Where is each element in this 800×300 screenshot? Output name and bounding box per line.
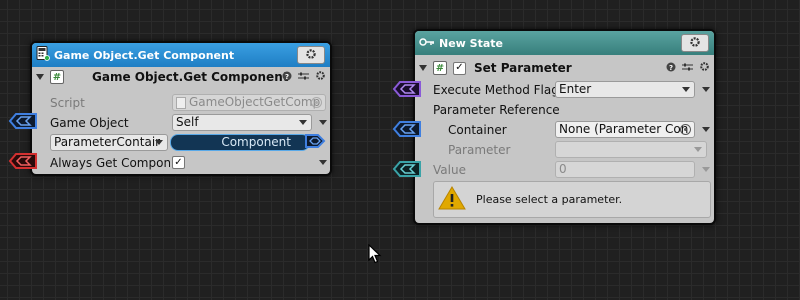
new-state-node[interactable]: New State # ✓ Set Parameter ? Execute Me… (413, 29, 716, 225)
script-hash-icon: # (50, 70, 64, 84)
parameter-container-dropdown[interactable]: ParameterContair (50, 134, 168, 151)
component-gear-icon[interactable] (315, 70, 326, 84)
component-title: Game Object.Get Component (92, 70, 289, 84)
warning-helpbox: Please select a parameter. (433, 181, 711, 218)
get-component-node-title-bar[interactable]: Game Object.Get Component (32, 43, 330, 67)
object-picker-icon[interactable] (680, 124, 691, 135)
new-state-title-bar[interactable]: New State (415, 31, 714, 55)
component-header[interactable]: # ✓ Set Parameter ? (415, 58, 714, 78)
node-title: New State (439, 36, 503, 50)
preset-sliders-icon[interactable] (682, 61, 693, 75)
component-header[interactable]: # Game Object.Get Component ? (32, 67, 330, 87)
node-settings-button[interactable] (681, 34, 709, 52)
help-icon[interactable]: ? (666, 61, 676, 75)
game-object-dropdown[interactable]: Self (172, 114, 312, 131)
get-component-node[interactable]: Game Object.Get Component # Game Object.… (30, 41, 332, 176)
chevron-down-icon (299, 120, 307, 125)
node-settings-button[interactable] (297, 46, 325, 64)
component-enabled-checkbox[interactable]: ✓ (453, 61, 466, 75)
execute-flag-options-arrow[interactable] (702, 87, 710, 92)
component-output-slot[interactable]: Component (170, 134, 310, 151)
always-get-component-checkbox[interactable]: ✓ (172, 156, 185, 169)
value-options-arrow[interactable] (702, 167, 710, 172)
calculator-icon (36, 46, 50, 64)
always-get-options-arrow[interactable] (319, 160, 327, 165)
script-file-icon (176, 97, 186, 109)
game-object-input-port[interactable] (8, 112, 38, 130)
always-get-component-label: Always Get Compone (50, 156, 170, 170)
component-output-port[interactable] (304, 132, 328, 150)
script-hash-icon: # (433, 61, 447, 75)
node-title: Game Object.Get Component (54, 48, 235, 62)
parameter-label: Parameter (448, 143, 511, 157)
container-options-arrow[interactable] (702, 127, 710, 132)
gear-icon (689, 36, 701, 51)
state-key-icon (419, 36, 435, 51)
always-get-input-port[interactable] (8, 152, 38, 170)
value-field: 0 (555, 161, 695, 178)
execute-method-flag-label: Execute Method Flag (433, 83, 559, 97)
game-object-options-arrow[interactable] (319, 120, 327, 125)
script-label: Script (50, 96, 85, 110)
parameter-dropdown (555, 141, 707, 158)
game-object-label: Game Object (50, 116, 129, 130)
foldout-arrow-icon[interactable] (419, 65, 427, 71)
script-field: GameObjectGetComp (172, 94, 326, 111)
chevron-down-icon (682, 87, 690, 92)
container-object-field[interactable]: None (Parameter Con (555, 121, 695, 138)
chevron-down-icon (155, 140, 163, 145)
chevron-down-icon (694, 147, 702, 152)
object-picker-icon (311, 97, 322, 108)
component-title: Set Parameter (474, 61, 572, 75)
container-label: Container (448, 123, 507, 137)
parameter-reference-label: Parameter Reference (433, 103, 560, 117)
warning-icon (438, 186, 466, 213)
gear-icon (305, 48, 317, 63)
execute-method-flag-dropdown[interactable]: Enter (555, 81, 695, 98)
value-label: Value (433, 163, 466, 177)
svg-text:?: ? (669, 64, 673, 72)
help-icon[interactable]: ? (282, 70, 292, 84)
container-input-port[interactable] (392, 120, 422, 138)
component-gear-icon[interactable] (699, 61, 710, 75)
preset-sliders-icon[interactable] (298, 70, 309, 84)
value-input-port[interactable] (392, 160, 422, 178)
mouse-cursor-icon (368, 244, 382, 264)
warning-message: Please select a parameter. (476, 193, 623, 206)
foldout-arrow-icon[interactable] (36, 74, 44, 80)
svg-text:?: ? (285, 73, 289, 81)
execute-flag-input-port[interactable] (392, 80, 422, 98)
